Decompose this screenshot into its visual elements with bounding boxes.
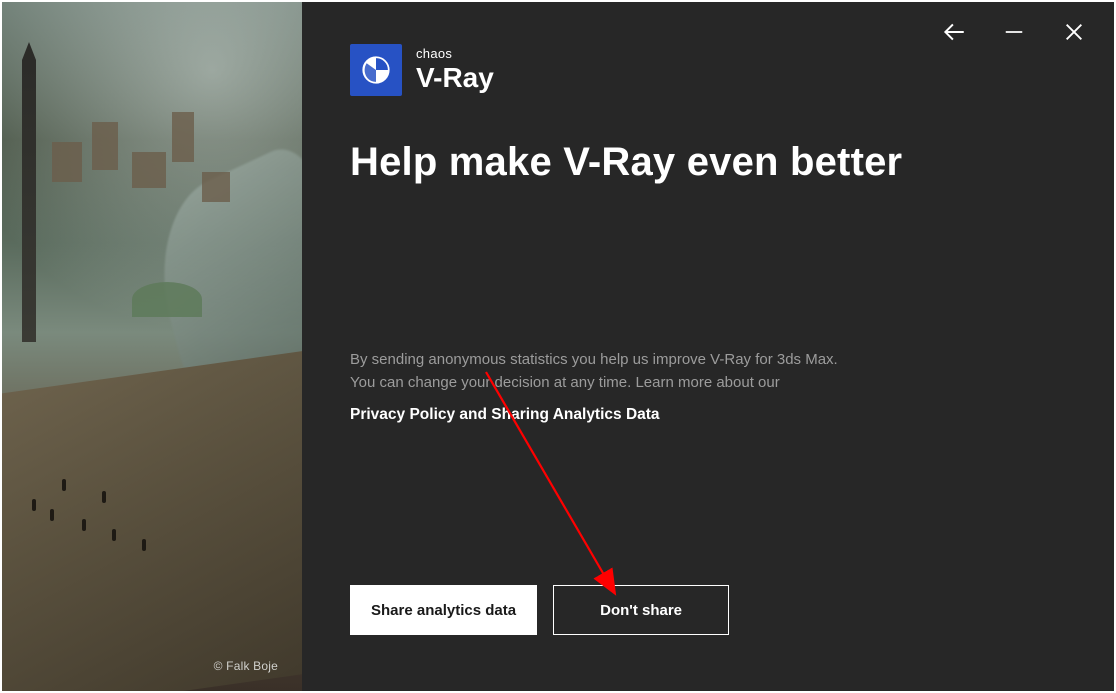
minimize-button[interactable]	[998, 16, 1030, 48]
vray-logo-icon	[350, 44, 402, 96]
share-analytics-button[interactable]: Share analytics data	[350, 585, 537, 635]
hero-image: © Falk Boje	[2, 2, 302, 691]
minimize-icon	[1003, 21, 1025, 43]
page-title: Help make V-Ray even better	[350, 140, 1066, 185]
dont-share-button[interactable]: Don't share	[553, 585, 729, 635]
brand-company: chaos	[416, 47, 494, 61]
image-credit: © Falk Boje	[214, 659, 278, 673]
close-button[interactable]	[1058, 16, 1090, 48]
back-button[interactable]	[938, 16, 970, 48]
arrow-left-icon	[941, 19, 967, 45]
brand-block: chaos V-Ray	[350, 44, 1066, 96]
body-block: By sending anonymous statistics you help…	[350, 349, 990, 424]
body-line-2: You can change your decision at any time…	[350, 374, 780, 391]
brand-product: V-Ray	[416, 63, 494, 92]
content-pane: chaos V-Ray Help make V-Ray even better …	[302, 2, 1114, 691]
button-row: Share analytics data Don't share	[350, 585, 729, 635]
close-icon	[1063, 21, 1085, 43]
privacy-policy-link[interactable]: Privacy Policy and Sharing Analytics Dat…	[350, 406, 660, 424]
body-line-1: By sending anonymous statistics you help…	[350, 351, 838, 368]
installer-window: © Falk Boje	[2, 2, 1114, 691]
window-controls	[938, 16, 1090, 48]
